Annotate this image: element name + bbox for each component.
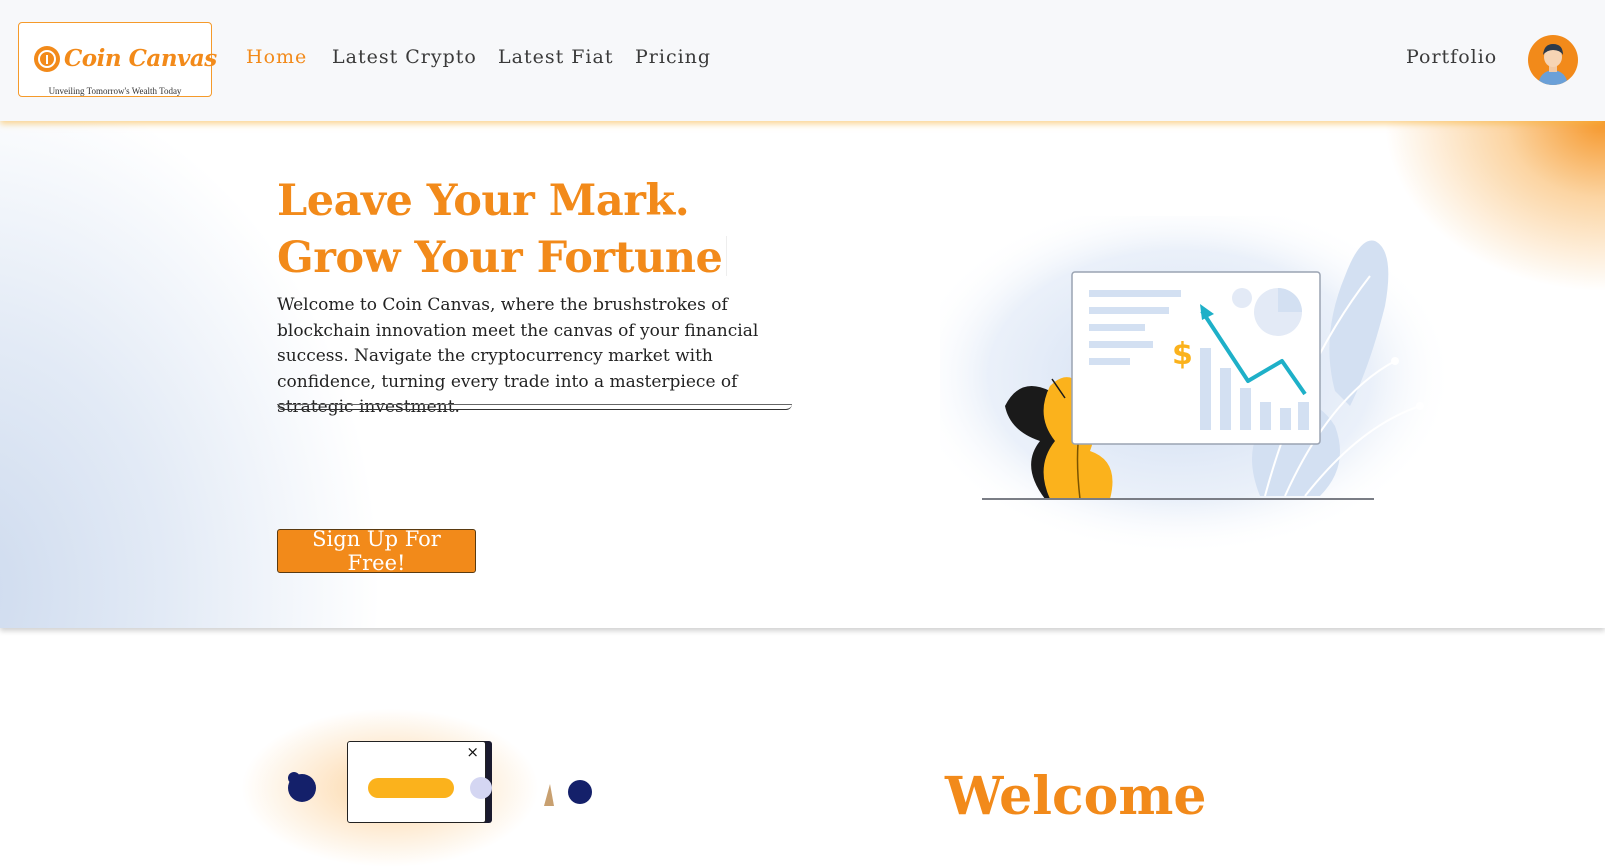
user-avatar-icon[interactable] [1528,35,1578,85]
modal-window-illustration: × [347,741,492,823]
close-icon: × [466,743,479,761]
brand-tagline: Unveiling Tomorrow's Wealth Today [48,86,182,96]
section-title: Welcome [945,766,1207,827]
hero-title-line2: Grow Your Fortune [277,233,723,283]
nav-link-pricing[interactable]: Pricing [635,46,711,68]
dollar-sign-icon: $ [1172,337,1193,372]
hero-divider [277,404,792,410]
growth-chart-illustration: $ [905,196,1460,560]
welcome-section: × Welcome [0,628,1605,868]
hero-title-line1: Leave Your Mark. [277,176,690,226]
nav-link-home[interactable]: Home [246,46,307,68]
nav-link-portfolio[interactable]: Portfolio [1406,46,1497,68]
typing-cursor [726,236,728,276]
plant-figure-illustration [540,776,600,810]
coin-logo-icon [34,46,60,72]
signup-button[interactable]: Sign Up For Free! [277,527,476,575]
hero-section: Leave Your Mark. Grow Your Fortune Welco… [0,121,1605,628]
nav-link-latest-fiat[interactable]: Latest Fiat [498,46,613,68]
brand-logo[interactable]: Coin Canvas Unveiling Tomorrow's Wealth … [18,22,217,97]
modal-dot-shape [470,777,492,799]
navbar: Coin Canvas Unveiling Tomorrow's Wealth … [0,0,1605,121]
hero-title: Leave Your Mark. Grow Your Fortune [277,173,728,287]
woman-figure-illustration [280,768,340,812]
brand-name: Coin Canvas [64,45,217,72]
hero-description: Welcome to Coin Canvas, where the brushs… [277,295,759,417]
nav-link-latest-crypto[interactable]: Latest Crypto [332,46,477,68]
modal-pill-shape [368,778,454,798]
